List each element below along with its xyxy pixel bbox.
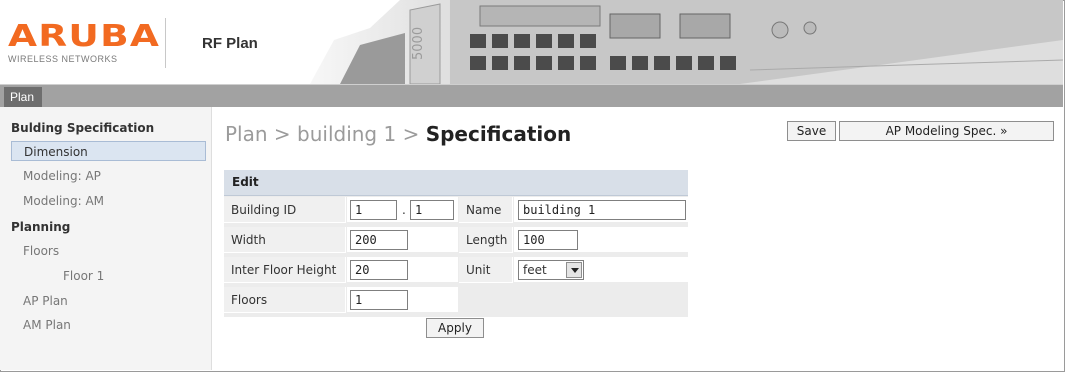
unit-selected-value: feet: [523, 263, 547, 277]
tab-plan[interactable]: Plan: [4, 87, 43, 107]
chevron-down-icon[interactable]: [566, 262, 582, 278]
floors-label: Floors: [231, 293, 268, 307]
sidebar-section-planning: Planning: [11, 220, 71, 234]
inter-floor-height-label: Inter Floor Height: [231, 263, 337, 277]
inter-floor-height-input[interactable]: 20: [350, 260, 408, 280]
length-input[interactable]: 100: [518, 230, 578, 250]
floors-input[interactable]: 1: [350, 290, 408, 310]
app-title: RF Plan: [202, 35, 258, 52]
sidebar-item-floor-1[interactable]: Floor 1: [63, 269, 104, 283]
sidebar-item-ap-plan[interactable]: AP Plan: [23, 294, 68, 308]
logo-subtext: WIRELESS NETWORKS: [8, 54, 118, 64]
sidebar-item-modeling-ap[interactable]: Modeling: AP: [23, 169, 101, 183]
sidebar-item-floors[interactable]: Floors: [23, 244, 59, 258]
length-label: Length: [466, 233, 508, 247]
name-label: Name: [466, 203, 502, 217]
navigation-bar: [0, 85, 1063, 107]
controller-hardware-image: 5000: [310, 0, 1063, 84]
building-id-part2-input[interactable]: 1: [410, 200, 454, 220]
building-id-part1-input[interactable]: 1: [350, 200, 397, 220]
panel-title: Edit: [224, 170, 688, 196]
apply-button[interactable]: Apply: [426, 318, 484, 338]
width-label: Width: [231, 233, 266, 247]
aruba-logo: ARUBA WIRELESS NETWORKS: [8, 22, 168, 68]
form-row-dimensions: Width 200 Length 100: [224, 227, 688, 253]
header-divider: [165, 18, 166, 68]
unit-label: Unit: [466, 263, 491, 277]
width-input[interactable]: 200: [350, 230, 408, 250]
header: ARUBA WIRELESS NETWORKS RF Plan 5000: [0, 0, 1063, 85]
device-model-label: 5000: [411, 27, 426, 60]
breadcrumb-path: Plan > building 1 >: [225, 122, 426, 146]
name-input[interactable]: building 1: [518, 200, 686, 220]
save-button[interactable]: Save: [787, 121, 836, 141]
sidebar-item-modeling-am[interactable]: Modeling: AM: [23, 194, 104, 208]
ap-modeling-spec-button[interactable]: AP Modeling Spec. »: [839, 121, 1054, 141]
form-row-floor-height: Inter Floor Height 20 Unit feet: [224, 257, 688, 283]
sidebar-item-dimension[interactable]: Dimension: [11, 141, 206, 161]
breadcrumb-current: Specification: [425, 122, 572, 146]
logo-wordmark: ARUBA: [8, 19, 161, 54]
breadcrumb: Plan > building 1 > Specification: [225, 122, 571, 146]
sidebar-section-building-specification: Bulding Specification: [11, 121, 155, 135]
building-id-label: Building ID: [231, 203, 297, 217]
form-row-building-id: Building ID 1 . 1 Name building 1: [224, 197, 688, 223]
sidebar-item-am-plan[interactable]: AM Plan: [23, 318, 71, 332]
building-id-separator: .: [402, 203, 406, 217]
form-row-floors: Floors 1: [224, 287, 688, 313]
unit-select[interactable]: feet: [518, 260, 584, 280]
